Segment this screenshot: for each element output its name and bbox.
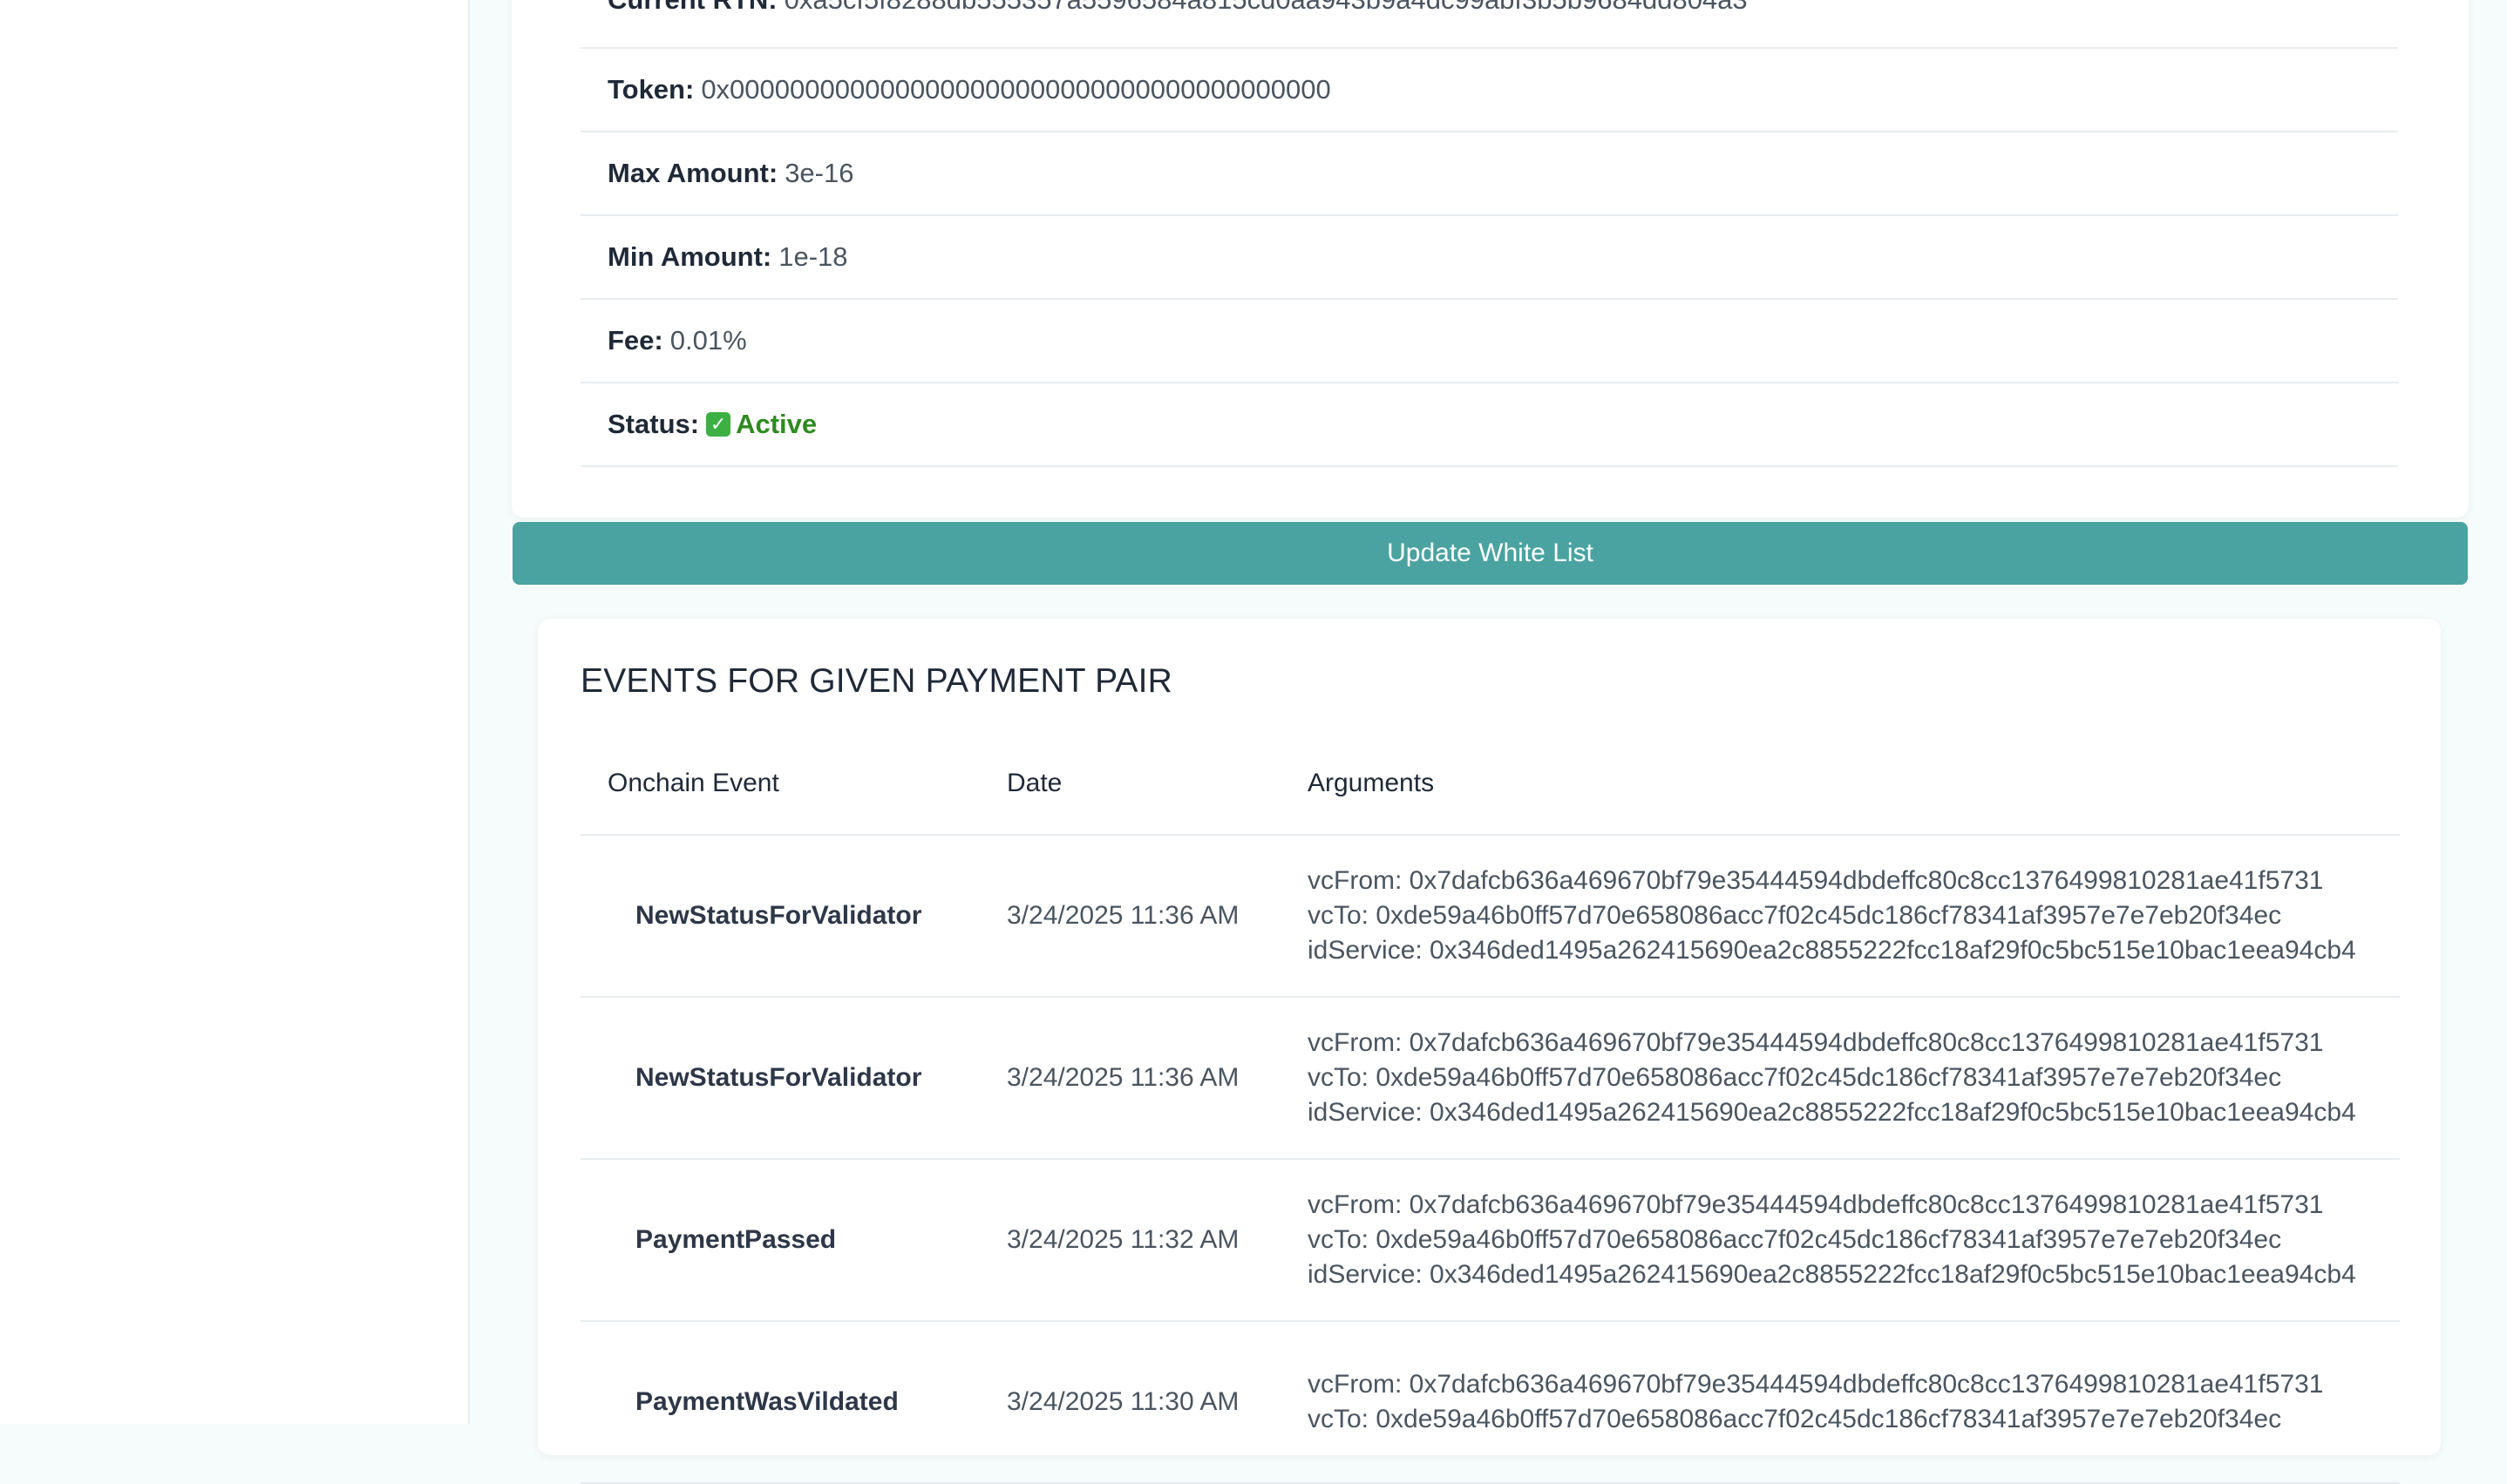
max-amount-label: Max Amount: (608, 158, 778, 188)
event-date: 3/24/2025 11:36 AM (1007, 997, 1308, 1160)
status-value: Active (736, 409, 818, 439)
event-date: 3/24/2025 11:36 AM (1007, 835, 1308, 998)
events-table: Onchain Event Date Arguments NewStatusFo… (581, 732, 2400, 1484)
event-date: 3/24/2025 11:32 AM (1007, 1159, 1308, 1322)
events-card: EVENTS FOR GIVEN PAYMENT PAIR Onchain Ev… (538, 619, 2441, 1484)
event-arguments: vcFrom: 0x7dafcb636a469670bf79e35444594d… (1308, 835, 2400, 998)
detail-row-min-amount: Min Amount: 1e-18 (581, 216, 2398, 300)
status-label: Status: (608, 409, 700, 439)
max-amount-value: 3e-16 (785, 158, 854, 188)
event-name: PaymentWasVildated (581, 1321, 1007, 1484)
min-amount-value: 1e-18 (778, 241, 848, 272)
check-box-icon: ✓ (706, 412, 731, 437)
main-content: Current RTN: 0xa5cf5f8288db555357a5596584… (470, 0, 2507, 1484)
fee-value: 0.01% (669, 325, 747, 356)
detail-row-status: Status: ✓ Active (581, 383, 2398, 467)
event-arguments: vcFrom: 0x7dafcb636a469670bf79e35444594d… (1308, 1321, 2400, 1484)
event-name: NewStatusForValidator (581, 997, 1007, 1160)
events-table-header: Onchain Event Date Arguments (581, 732, 2400, 836)
event-date: 3/24/2025 11:30 AM (1007, 1321, 1308, 1484)
update-white-list-button[interactable]: Update White List (513, 522, 2468, 585)
argument-vcto: vcTo: 0xde59a46b0ff57d70e658086acc7f02c4… (1308, 1063, 2282, 1092)
token-value: 0x00000000000000000000000000000000000000… (701, 74, 1331, 105)
argument-idservice: idService: 0x346ded1495a262415690ea2c885… (1308, 936, 2356, 965)
sidebar (0, 0, 470, 1424)
table-row: NewStatusForValidator 3/24/2025 11:36 AM… (581, 997, 2400, 1160)
current-rtn-value: 0xa5cf5f8288db555357a5596584a815cd0aa943… (785, 0, 1748, 15)
column-header-arguments: Arguments (1308, 732, 2400, 836)
argument-idservice: idService: 0x346ded1495a262415690ea2c885… (1308, 1098, 2356, 1127)
detail-row-max-amount: Max Amount: 3e-16 (581, 132, 2398, 216)
events-title: EVENTS FOR GIVEN PAYMENT PAIR (581, 662, 1173, 700)
event-name: PaymentPassed (581, 1159, 1007, 1322)
table-row: PaymentPassed 3/24/2025 11:32 AM vcFrom:… (581, 1159, 2400, 1322)
current-rtn-label: Current RTN: (608, 0, 778, 15)
min-amount-label: Min Amount: (608, 241, 772, 272)
argument-idservice: idService: 0x346ded1495a262415690ea2c885… (1308, 1260, 2356, 1289)
event-arguments: vcFrom: 0x7dafcb636a469670bf79e35444594d… (1308, 997, 2400, 1160)
argument-vcfrom: vcFrom: 0x7dafcb636a469670bf79e35444594d… (1308, 866, 2324, 895)
column-header-onchain-event: Onchain Event (581, 732, 1007, 836)
column-header-date: Date (1007, 732, 1308, 836)
table-row: PaymentWasVildated 3/24/2025 11:30 AM vc… (581, 1321, 2400, 1484)
payment-pair-details-card: Current RTN: 0xa5cf5f8288db555357a5596584… (512, 0, 2469, 518)
detail-row-current-rtn: Current RTN: 0xa5cf5f8288db555357a5596584… (581, 0, 2398, 49)
detail-row-token: Token: 0x0000000000000000000000000000000… (581, 49, 2398, 132)
argument-vcto: vcTo: 0xde59a46b0ff57d70e658086acc7f02c4… (1308, 1225, 2282, 1254)
argument-vcfrom: vcFrom: 0x7dafcb636a469670bf79e35444594d… (1308, 1190, 2324, 1219)
detail-row-fee: Fee: 0.01% (581, 300, 2398, 383)
fee-label: Fee: (608, 325, 663, 356)
token-label: Token: (608, 74, 695, 105)
argument-vcto: vcTo: 0xde59a46b0ff57d70e658086acc7f02c4… (1308, 901, 2282, 930)
argument-vcto: vcTo: 0xde59a46b0ff57d70e658086acc7f02c4… (1308, 1405, 2282, 1433)
detail-list: Current RTN: 0xa5cf5f8288db555357a5596584… (581, 0, 2398, 467)
event-arguments: vcFrom: 0x7dafcb636a469670bf79e35444594d… (1308, 1159, 2400, 1322)
argument-vcfrom: vcFrom: 0x7dafcb636a469670bf79e35444594d… (1308, 1028, 2324, 1057)
argument-vcfrom: vcFrom: 0x7dafcb636a469670bf79e35444594d… (1308, 1370, 2324, 1399)
event-name: NewStatusForValidator (581, 835, 1007, 998)
table-row: NewStatusForValidator 3/24/2025 11:36 AM… (581, 835, 2400, 998)
